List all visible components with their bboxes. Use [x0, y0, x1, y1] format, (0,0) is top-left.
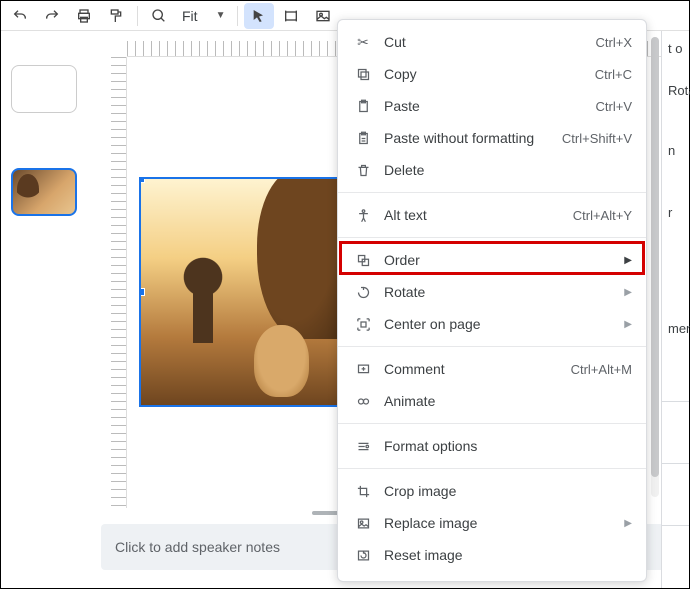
menu-item-paste-without-formatting[interactable]: Paste without formatting Ctrl+Shift+V [338, 122, 646, 154]
menu-item-cut[interactable]: ✂ Cut Ctrl+X [338, 26, 646, 58]
menu-item-delete[interactable]: Delete [338, 154, 646, 186]
menu-shortcut: Ctrl+C [595, 67, 632, 82]
panel-separator [662, 401, 689, 402]
menu-separator [338, 237, 646, 238]
redo-button[interactable] [37, 3, 67, 29]
comment-icon [352, 362, 374, 377]
menu-label: Rotate [374, 284, 618, 300]
image-scenery [193, 283, 213, 343]
menu-item-animate[interactable]: Animate [338, 385, 646, 417]
delete-icon [352, 163, 374, 178]
resize-handle[interactable] [139, 405, 145, 407]
menu-separator [338, 346, 646, 347]
image-tool-button[interactable] [308, 3, 338, 29]
cut-icon: ✂ [352, 34, 374, 51]
paste-icon [352, 99, 374, 114]
toolbar-separator [237, 6, 238, 26]
slide-thumbnail[interactable] [11, 65, 77, 113]
zoom-label: Fit [182, 8, 198, 24]
format-options-icon [352, 439, 374, 454]
menu-label: Cut [374, 34, 596, 50]
menu-item-reset-image[interactable]: Reset image [338, 539, 646, 571]
submenu-arrow-icon: ▶ [624, 255, 632, 266]
resize-handle[interactable] [139, 288, 145, 296]
menu-label: Reset image [374, 547, 632, 563]
panel-text: men [668, 321, 690, 336]
menu-label: Paste [374, 98, 596, 114]
scrollbar-thumb[interactable] [651, 37, 659, 477]
menu-separator [338, 192, 646, 193]
submenu-arrow-icon: ▶ [624, 287, 632, 298]
menu-shortcut: Ctrl+X [596, 35, 632, 50]
menu-label: Replace image [374, 515, 618, 531]
menu-item-format-options[interactable]: Format options [338, 430, 646, 462]
panel-text: Rota [668, 83, 690, 98]
panel-separator [662, 525, 689, 526]
menu-item-replace-image[interactable]: Replace image ▶ [338, 507, 646, 539]
menu-shortcut: Ctrl+Alt+M [571, 362, 632, 377]
menu-label: Order [374, 252, 618, 268]
paste-plain-icon [352, 131, 374, 146]
image-scenery [257, 177, 339, 339]
image-scenery [254, 325, 309, 397]
replace-image-icon [352, 516, 374, 531]
menu-item-paste[interactable]: Paste Ctrl+V [338, 90, 646, 122]
panel-text: n [668, 143, 675, 158]
copy-icon [352, 67, 374, 82]
order-icon [352, 253, 374, 268]
center-icon [352, 317, 374, 332]
menu-item-rotate[interactable]: Rotate ▶ [338, 276, 646, 308]
reset-image-icon [352, 548, 374, 563]
menu-shortcut: Ctrl+Alt+Y [573, 208, 632, 223]
crop-icon [352, 484, 374, 499]
menu-item-copy[interactable]: Copy Ctrl+C [338, 58, 646, 90]
select-tool-button[interactable] [244, 3, 274, 29]
menu-item-order[interactable]: Order ▶ [338, 244, 646, 276]
selected-image[interactable] [139, 177, 339, 407]
toolbar-separator [137, 6, 138, 26]
menu-label: Animate [374, 393, 632, 409]
menu-separator [338, 423, 646, 424]
vertical-ruler [111, 57, 127, 508]
paint-format-button[interactable] [101, 3, 131, 29]
menu-label: Copy [374, 66, 595, 82]
speaker-notes-placeholder: Click to add speaker notes [115, 539, 280, 555]
context-menu-scrollbar[interactable] [651, 37, 659, 497]
menu-shortcut: Ctrl+Shift+V [562, 131, 632, 146]
undo-button[interactable] [5, 3, 35, 29]
menu-separator [338, 468, 646, 469]
format-options-panel: t o Rota n r men [661, 31, 689, 588]
chevron-down-icon: ▼ [216, 10, 226, 21]
menu-label: Delete [374, 162, 632, 178]
animate-icon [352, 394, 374, 409]
submenu-arrow-icon: ▶ [624, 518, 632, 529]
menu-label: Paste without formatting [374, 130, 562, 146]
resize-handle[interactable] [139, 177, 145, 183]
slide-thumbnail-active[interactable] [11, 168, 77, 216]
menu-item-crop-image[interactable]: Crop image [338, 475, 646, 507]
print-button[interactable] [69, 3, 99, 29]
panel-separator [662, 463, 689, 464]
menu-item-alt-text[interactable]: Alt text Ctrl+Alt+Y [338, 199, 646, 231]
menu-item-comment[interactable]: Comment Ctrl+Alt+M [338, 353, 646, 385]
slide-thumbnail-panel [11, 65, 81, 271]
panel-text: t o [668, 41, 682, 56]
menu-label: Alt text [374, 207, 573, 223]
menu-item-center-on-page[interactable]: Center on page ▶ [338, 308, 646, 340]
context-menu: ✂ Cut Ctrl+X Copy Ctrl+C Paste Ctrl+V Pa… [337, 19, 647, 582]
menu-label: Comment [374, 361, 571, 377]
panel-text: r [668, 205, 672, 220]
submenu-arrow-icon: ▶ [624, 319, 632, 330]
menu-label: Center on page [374, 316, 618, 332]
zoom-out-button[interactable] [144, 3, 174, 29]
textbox-tool-button[interactable] [276, 3, 306, 29]
menu-label: Format options [374, 438, 632, 454]
zoom-dropdown[interactable]: Fit ▼ [176, 3, 231, 29]
menu-shortcut: Ctrl+V [596, 99, 632, 114]
menu-label: Crop image [374, 483, 632, 499]
accessibility-icon [352, 208, 374, 223]
rotate-icon [352, 285, 374, 300]
